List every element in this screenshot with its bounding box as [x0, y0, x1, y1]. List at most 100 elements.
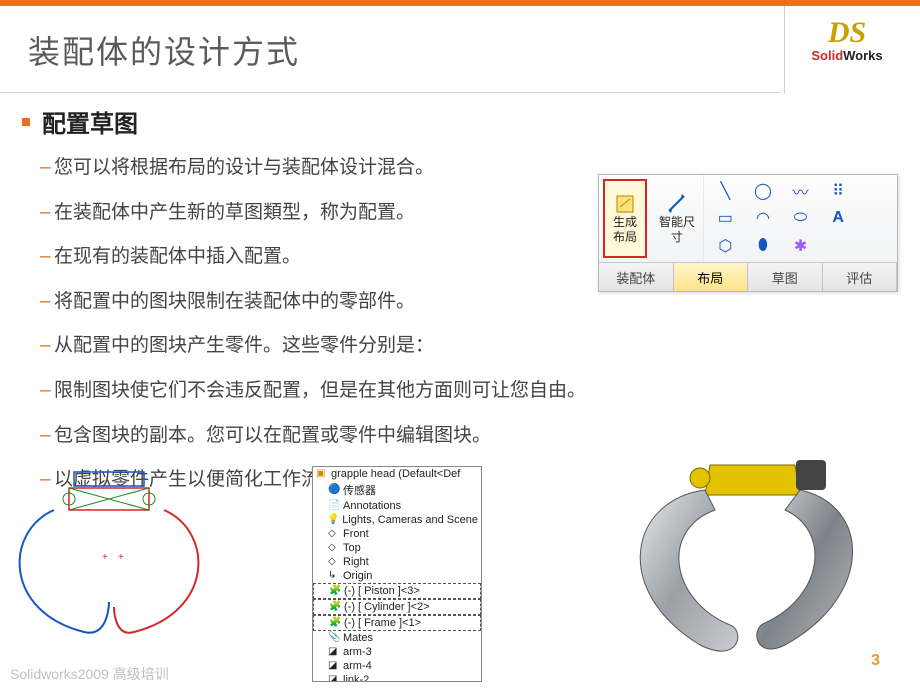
- polygon-icon[interactable]: ⬡: [708, 234, 743, 258]
- smart-dimension-button[interactable]: 智能尺 寸: [651, 175, 704, 262]
- logo-works: Works: [843, 48, 883, 63]
- tree-item-label: Mates: [343, 632, 373, 644]
- logo-ds-script: DS: [792, 18, 902, 48]
- tree-row[interactable]: 🧩(-) [ Piston ]<3>: [313, 583, 481, 599]
- slide-header: 装配体的设计方式: [0, 6, 920, 94]
- page-number: 3: [871, 652, 880, 670]
- sketch-tool-grid: ╲ ◯ 〰 ⠿ ▭ ◠ ⬭ A ⬡ ⬮ ✱: [704, 175, 897, 262]
- tree-item-label: Front: [343, 528, 369, 540]
- tree-item-icon: 📎: [328, 632, 340, 644]
- tab-sketch[interactable]: 草图: [748, 263, 823, 291]
- tree-item-label: arm-4: [343, 660, 372, 672]
- create-layout-label: 生成 布局: [613, 215, 637, 244]
- dash-icon: –: [40, 155, 54, 182]
- point-icon[interactable]: ✱: [783, 234, 818, 258]
- dash-icon: –: [40, 378, 54, 405]
- dash-icon: –: [40, 423, 54, 450]
- toolbar-icons-row: 生成 布局 智能尺 寸 ╲ ◯ 〰 ⠿ ▭ ◠ ⬭ A ⬡ ⬮ ✱: [599, 175, 897, 263]
- tree-item-label: Annotations: [343, 500, 401, 512]
- bullet-text: 在装配体中产生新的草图類型，称为配置。: [54, 200, 415, 227]
- toolbar-tabs: 装配体 布局 草图 评估: [599, 263, 897, 291]
- arc-icon[interactable]: ◠: [746, 206, 781, 230]
- slide-title: 装配体的设计方式: [28, 27, 300, 73]
- tree-root[interactable]: ▣ grapple head (Default<Def: [313, 467, 481, 481]
- tree-row[interactable]: ◇Right: [313, 555, 481, 569]
- tree-item-icon: ◪: [328, 674, 340, 682]
- slot-icon[interactable]: ⬮: [746, 234, 781, 258]
- header-vertical-divider: [784, 6, 785, 94]
- bullet-item: –从配置中的图块产生零件。这些零件分别是：: [40, 333, 898, 360]
- tree-item-label: arm-3: [343, 646, 372, 658]
- bullet-text: 限制图块使它们不会违反配置，但是在其他方面则可让您自由。: [54, 378, 586, 405]
- dash-icon: –: [40, 244, 54, 271]
- tree-root-label: grapple head (Default<Def: [331, 468, 460, 480]
- tree-row[interactable]: ◪link-2: [313, 673, 481, 682]
- line-icon[interactable]: ╲: [708, 179, 743, 203]
- layout-icon: [614, 193, 636, 215]
- tree-row[interactable]: ◇Top: [313, 541, 481, 555]
- tree-item-icon: 🔵: [328, 484, 340, 496]
- tree-row[interactable]: ↳Origin: [313, 569, 481, 583]
- bullet-text: 将配置中的图块限制在装配体中的零部件。: [54, 289, 415, 316]
- blank-icon: [858, 206, 893, 230]
- feature-tree: ▣ grapple head (Default<Def 🔵传感器📄Annotat…: [312, 466, 482, 682]
- circle-icon[interactable]: ◯: [746, 179, 781, 203]
- section-heading-row: 配置草图: [22, 104, 898, 139]
- tree-item-icon: ◇: [328, 528, 340, 540]
- tree-item-icon: ↳: [328, 570, 340, 582]
- logo-solid: Solid: [811, 48, 843, 63]
- tree-row[interactable]: 🧩(-) [ Frame ]<1>: [313, 615, 481, 631]
- tree-row[interactable]: ◪arm-3: [313, 645, 481, 659]
- tree-item-icon: 🧩: [329, 617, 341, 629]
- dash-icon: –: [40, 200, 54, 227]
- tree-item-label: link-2: [343, 674, 369, 682]
- tree-item-label: (-) [ Frame ]<1>: [344, 617, 421, 629]
- tree-item-icon: ◪: [328, 646, 340, 658]
- svg-text:+: +: [118, 552, 124, 563]
- tree-item-label: Origin: [343, 570, 372, 582]
- spline-icon[interactable]: 〰: [783, 179, 818, 203]
- layout-sketch-figure: + +: [14, 462, 204, 642]
- tree-row[interactable]: 🧩(-) [ Cylinder ]<2>: [313, 599, 481, 615]
- tree-row[interactable]: 🔵传感器: [313, 481, 481, 499]
- tree-item-label: (-) [ Piston ]<3>: [344, 585, 420, 597]
- tree-row[interactable]: 📄Annotations: [313, 499, 481, 513]
- footer-text: Solidworks2009 高级培训: [10, 664, 169, 684]
- rectangle-icon[interactable]: ▭: [708, 206, 743, 230]
- bullet-text: 从配置中的图块产生零件。这些零件分别是：: [54, 333, 434, 360]
- tree-item-icon: ◪: [328, 660, 340, 672]
- tree-item-icon: 🧩: [329, 585, 341, 597]
- grapple-render-figure: [600, 420, 880, 670]
- dimension-icon: [666, 193, 688, 215]
- brand-logo: DS SolidWorks: [792, 18, 902, 63]
- blank-icon: [858, 234, 893, 258]
- tree-row[interactable]: 💡Lights, Cameras and Scene: [313, 513, 481, 527]
- dash-icon: –: [40, 333, 54, 360]
- tree-item-label: Right: [343, 556, 369, 568]
- tab-layout[interactable]: 布局: [674, 263, 749, 291]
- tree-row[interactable]: 📎Mates: [313, 631, 481, 645]
- tree-item-icon: 💡: [327, 514, 339, 526]
- bullet-item: –限制图块使它们不会违反配置，但是在其他方面则可让您自由。: [40, 378, 898, 405]
- blank-icon: [821, 234, 856, 258]
- pattern-icon[interactable]: ⠿: [821, 179, 856, 203]
- bullet-text: 您可以将根据布局的设计与装配体设计混合。: [54, 155, 434, 182]
- tab-evaluate[interactable]: 评估: [823, 263, 898, 291]
- blank-icon: [858, 179, 893, 203]
- assembly-icon: ▣: [316, 468, 328, 480]
- tab-assembly[interactable]: 装配体: [599, 263, 674, 291]
- tree-item-label: Top: [343, 542, 361, 554]
- toolbar-screenshot: 生成 布局 智能尺 寸 ╲ ◯ 〰 ⠿ ▭ ◠ ⬭ A ⬡ ⬮ ✱: [598, 174, 898, 292]
- tree-item-icon: ◇: [328, 556, 340, 568]
- tree-row[interactable]: ◪arm-4: [313, 659, 481, 673]
- create-layout-button[interactable]: 生成 布局: [603, 179, 647, 258]
- tree-item-icon: 📄: [328, 500, 340, 512]
- ellipse-icon[interactable]: ⬭: [783, 206, 818, 230]
- header-divider: [0, 92, 780, 93]
- text-icon[interactable]: A: [821, 206, 856, 230]
- smart-dimension-label: 智能尺 寸: [659, 215, 695, 244]
- tree-item-label: (-) [ Cylinder ]<2>: [344, 601, 430, 613]
- tree-row[interactable]: ◇Front: [313, 527, 481, 541]
- section-heading: 配置草图: [42, 104, 138, 139]
- bullet-text: 在现有的装配体中插入配置。: [54, 244, 301, 271]
